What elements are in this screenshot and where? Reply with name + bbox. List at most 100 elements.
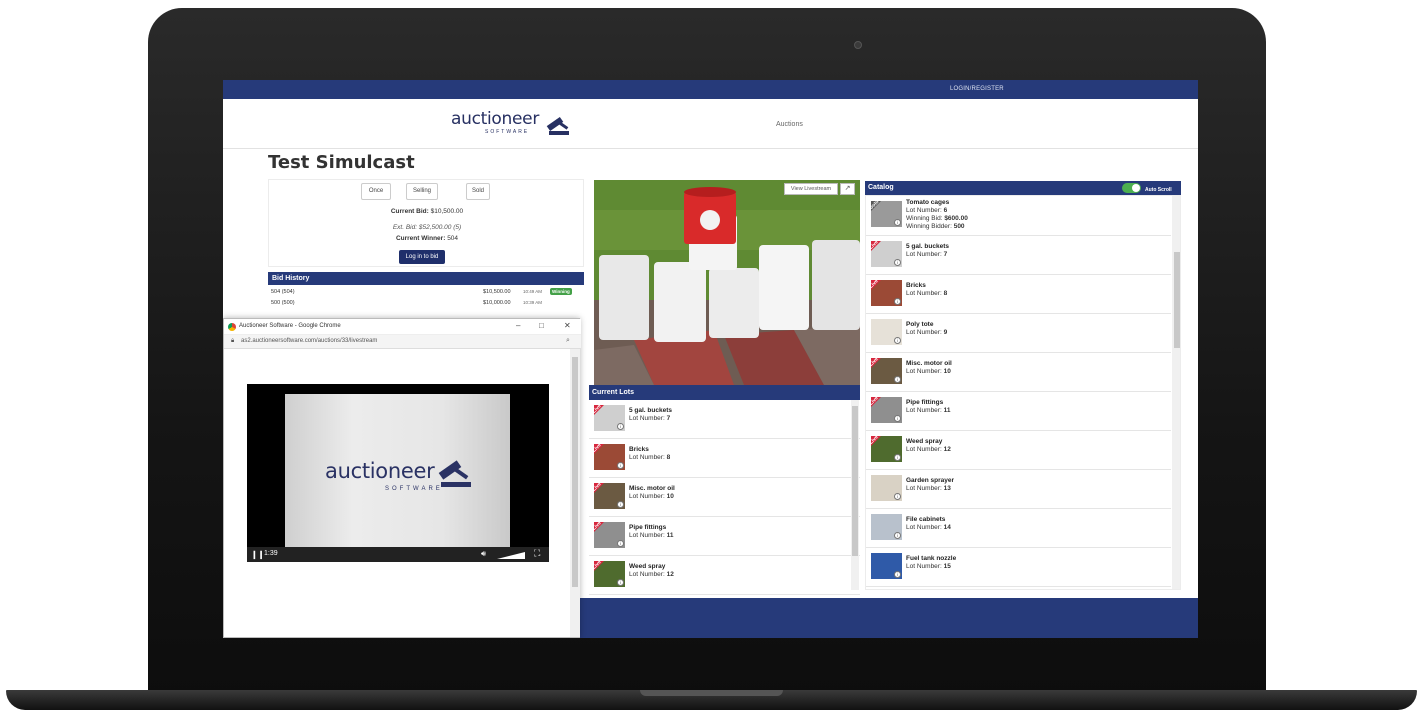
current-bid: Current Bid: $10,500.00	[269, 208, 585, 215]
scrollbar-thumb[interactable]	[572, 357, 578, 587]
info-icon[interactable]: i	[894, 259, 901, 266]
livestream-video[interactable]: auctioneer SOFTWARE ❙❙ 1:39 🔊︎ ⛶	[247, 384, 549, 562]
catalog-title: Catalog	[868, 184, 894, 191]
view-livestream-button[interactable]: View Livestream	[784, 183, 838, 195]
info-icon[interactable]: i	[894, 493, 901, 500]
catalog-item[interactable]: i File cabinets Lot Number: 14	[866, 509, 1171, 548]
browser-screen: LOGIN/REGISTER auctioneer SOFTWARE Aucti…	[223, 80, 1198, 638]
lot-number-value: 10	[943, 368, 951, 375]
catalog-item[interactable]: i Poly tote Lot Number: 9	[866, 314, 1171, 353]
current-lot-item[interactable]: Live i Bricks Lot Number: 8	[589, 439, 860, 478]
nav-auctions-link[interactable]: Auctions	[776, 121, 803, 128]
lot-number-value: 13	[943, 485, 951, 492]
popup-title-bar[interactable]: Auctioneer Software - Google Chrome – □ …	[224, 319, 581, 335]
lot-number-value: 14	[943, 524, 951, 531]
lot-name: Pipe fittings	[629, 524, 667, 531]
info-icon[interactable]: i	[617, 423, 624, 430]
lot-number-value: 8	[666, 454, 671, 461]
logo-wordmark: auctioneer	[451, 109, 540, 129]
popup-address-bar[interactable]: 🔒︎ as2.auctioneersoftware.com/auctions/3…	[224, 335, 581, 349]
current-lot-item[interactable]: Live i 5 gal. buckets Lot Number: 7	[589, 400, 860, 439]
catalog-item[interactable]: Live i Misc. motor oil Lot Number: 10	[866, 353, 1171, 392]
current-winner: Current Winner: 504	[269, 235, 585, 242]
livestream-image[interactable]: View Livestream ↗	[594, 180, 860, 385]
once-button[interactable]: Once	[361, 183, 391, 200]
catalog-item[interactable]: i Garden sprayer Lot Number: 13	[866, 470, 1171, 509]
fullscreen-icon[interactable]: ⛶	[534, 548, 540, 559]
lot-number-label: Lot Number:	[629, 454, 665, 461]
info-icon[interactable]: i	[617, 579, 624, 586]
info-icon[interactable]: i	[894, 298, 901, 305]
scrollbar-thumb[interactable]	[1174, 252, 1180, 348]
popup-window-title: Auctioneer Software - Google Chrome	[239, 323, 341, 329]
popup-scrollbar[interactable]	[570, 349, 580, 637]
winning-bid-value: $600.00	[944, 215, 968, 222]
winning-bidder: Winning Bidder: 500	[906, 223, 965, 230]
lot-number-label: Lot Number:	[906, 251, 942, 258]
catalog-item[interactable]: i Fuel tank nozzle Lot Number: 15	[866, 548, 1171, 587]
catalog-header: Catalog Auto Scroll	[865, 181, 1181, 195]
lot-number-value: 10	[666, 493, 674, 500]
lot-number: Lot Number: 9	[906, 329, 947, 336]
info-icon[interactable]: i	[894, 415, 901, 422]
volume-icon[interactable]: 🔊︎	[481, 549, 486, 559]
lot-name: File cabinets	[906, 516, 946, 523]
current-lot-item[interactable]: Live i Misc. motor oil Lot Number: 10	[589, 478, 860, 517]
chrome-icon	[228, 323, 236, 331]
info-icon[interactable]: i	[894, 532, 901, 539]
info-icon[interactable]: i	[617, 462, 624, 469]
scrollbar-thumb[interactable]	[852, 406, 858, 556]
lot-number-label: Lot Number:	[906, 207, 942, 214]
catalog-scrollbar[interactable]	[1172, 196, 1180, 589]
login-to-bid-button[interactable]: Log in to bid	[399, 250, 445, 264]
lot-name: Poly tote	[906, 321, 934, 328]
volume-slider[interactable]	[497, 552, 525, 559]
popup-url[interactable]: as2.auctioneersoftware.com/auctions/33/l…	[241, 338, 377, 344]
info-icon[interactable]: i	[617, 501, 624, 508]
lot-name: Misc. motor oil	[629, 485, 675, 492]
lot-number: Lot Number: 8	[629, 454, 670, 461]
lot-number-label: Lot Number:	[906, 563, 942, 570]
current-lot-item[interactable]: Live i Weed spray Lot Number: 12	[589, 556, 860, 595]
bid-time: 10:39 AM	[523, 300, 543, 305]
catalog-item[interactable]: Live i 5 gal. buckets Lot Number: 7	[866, 236, 1171, 275]
lot-number-label: Lot Number:	[906, 290, 942, 297]
close-icon[interactable]: ✕	[564, 321, 571, 330]
auctioneer-logo[interactable]: auctioneer SOFTWARE	[451, 109, 571, 141]
selling-button[interactable]: Selling	[406, 183, 438, 200]
lot-name: Bricks	[629, 446, 649, 453]
bid-panel: Once Selling Sold Current Bid: $10,500.0…	[268, 179, 584, 267]
bidder: 504 (504)	[271, 289, 295, 295]
winning-bidder-value: 500	[953, 223, 965, 230]
catalog-item[interactable]: Live i Pipe fittings Lot Number: 11	[866, 392, 1171, 431]
info-icon[interactable]: i	[894, 376, 901, 383]
lot-name: Weed spray	[629, 563, 666, 570]
catalog-item[interactable]: Live i Weed spray Lot Number: 12	[866, 431, 1171, 470]
login-register-link[interactable]: LOGIN/REGISTER	[950, 86, 1004, 92]
popout-icon[interactable]: ↗	[840, 183, 855, 195]
video-time: 1:39	[264, 550, 278, 557]
lot-number-label: Lot Number:	[906, 407, 942, 414]
pause-icon[interactable]: ❙❙	[251, 550, 264, 559]
catalog-item[interactable]: Live i Bricks Lot Number: 8	[866, 275, 1171, 314]
catalog-item[interactable]: Sold i Tomato cages Lot Number: 6 Winnin…	[866, 196, 1171, 236]
info-icon[interactable]: i	[617, 540, 624, 547]
sold-button[interactable]: Sold	[466, 183, 490, 200]
info-icon[interactable]: i	[894, 337, 901, 344]
buckets-photo	[594, 180, 860, 385]
gavel-icon	[438, 460, 471, 487]
info-icon[interactable]: i	[894, 219, 901, 226]
maximize-icon[interactable]: □	[539, 321, 544, 330]
winning-bid-label: Winning Bid:	[906, 215, 943, 222]
info-icon[interactable]: i	[894, 454, 901, 461]
lot-number-value: 6	[943, 207, 948, 214]
laptop-notch	[640, 690, 783, 696]
zoom-icon[interactable]: ⌕	[566, 337, 570, 345]
current-lot-item[interactable]: Live i Pipe fittings Lot Number: 11	[589, 517, 860, 556]
auto-scroll-toggle[interactable]	[1122, 183, 1141, 193]
current-lots-scrollbar[interactable]	[851, 400, 859, 590]
info-icon[interactable]: i	[894, 571, 901, 578]
lot-number-value: 7	[943, 251, 948, 258]
minimize-icon[interactable]: –	[516, 321, 520, 330]
lot-number-label: Lot Number:	[906, 329, 942, 336]
